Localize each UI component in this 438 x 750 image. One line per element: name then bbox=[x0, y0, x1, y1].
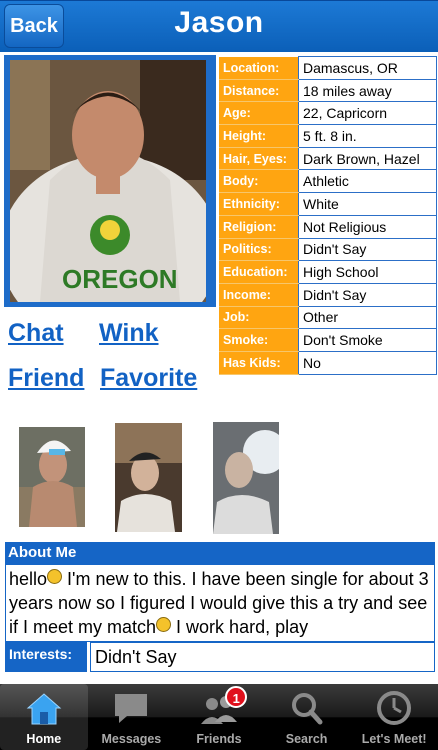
about-me-text-part: hello bbox=[9, 569, 48, 589]
smiley-icon bbox=[156, 617, 172, 632]
tab-home[interactable]: Home bbox=[0, 684, 88, 750]
detail-value: Dark Brown, Hazel bbox=[298, 146, 437, 171]
tab-label: Messages bbox=[101, 732, 162, 746]
photo-thumbnail-2[interactable] bbox=[115, 423, 182, 532]
interests-label: Interests: bbox=[5, 642, 87, 672]
about-me-heading: About Me bbox=[5, 542, 435, 564]
tab-bar: Home Messages 1 Friends Search Let's Mee… bbox=[0, 684, 438, 750]
detail-row-body: Body: Athletic bbox=[219, 169, 437, 194]
search-icon bbox=[291, 693, 323, 725]
page-title: Jason bbox=[174, 6, 264, 39]
tab-label: Search bbox=[285, 732, 328, 746]
favorite-link[interactable]: Favorite bbox=[100, 364, 197, 393]
photo-thumbnail-1[interactable] bbox=[19, 427, 85, 527]
detail-value: No bbox=[298, 350, 437, 375]
detail-row-location: Location: Damascus, OR bbox=[219, 56, 437, 80]
detail-value: Don't Smoke bbox=[298, 328, 437, 352]
detail-value: Athletic bbox=[298, 169, 437, 194]
detail-value: Not Religious bbox=[298, 214, 437, 239]
tab-messages[interactable]: Messages bbox=[88, 684, 176, 750]
tab-label: Home bbox=[26, 732, 62, 746]
detail-label: Education: bbox=[219, 260, 299, 284]
detail-value: Other bbox=[298, 305, 437, 330]
about-me-text: hello I'm new to this. I have been singl… bbox=[5, 564, 435, 642]
interests-row: Interests: Didn't Say bbox=[5, 642, 435, 672]
profile-photo-frame: OREGON bbox=[4, 55, 216, 307]
speech-bubble-icon bbox=[115, 694, 148, 723]
detail-value: Damascus, OR bbox=[298, 56, 437, 80]
nav-header: Back Jason bbox=[0, 0, 438, 52]
detail-value: 5 ft. 8 in. bbox=[298, 124, 437, 148]
detail-label: Location: bbox=[219, 56, 299, 80]
chat-link[interactable]: Chat bbox=[8, 319, 64, 348]
detail-row-politics: Politics: Didn't Say bbox=[219, 237, 437, 262]
detail-label: Age: bbox=[219, 101, 299, 126]
detail-row-religion: Religion: Not Religious bbox=[219, 214, 437, 239]
wink-link[interactable]: Wink bbox=[99, 319, 159, 348]
clock-icon bbox=[377, 691, 412, 725]
detail-label: Job: bbox=[219, 306, 299, 330]
smiley-icon bbox=[47, 569, 63, 584]
about-me-text-part: I work hard, play bbox=[171, 617, 309, 637]
detail-label: Height: bbox=[219, 124, 299, 148]
interests-value: Didn't Say bbox=[90, 642, 435, 672]
detail-value: Didn't Say bbox=[298, 237, 437, 262]
detail-label: Smoke: bbox=[219, 328, 299, 352]
tab-label: Friends bbox=[196, 732, 242, 746]
profile-photo[interactable]: OREGON bbox=[10, 60, 206, 302]
detail-label: Religion: bbox=[219, 215, 299, 239]
detail-row-height: Height: 5 ft. 8 in. bbox=[219, 124, 437, 148]
photo-thumbnail-3[interactable] bbox=[213, 422, 279, 534]
detail-label: Income: bbox=[219, 283, 299, 307]
detail-row-distance: Distance: 18 miles away bbox=[219, 78, 437, 103]
detail-value: 18 miles away bbox=[298, 78, 437, 103]
detail-row-smoke: Smoke: Don't Smoke bbox=[219, 328, 437, 352]
tab-label: Let's Meet! bbox=[361, 732, 427, 746]
detail-value: White bbox=[298, 192, 437, 216]
tab-friends[interactable]: 1 Friends bbox=[175, 684, 263, 750]
detail-value: High School bbox=[298, 260, 437, 284]
detail-label: Politics: bbox=[219, 238, 299, 262]
friends-badge: 1 bbox=[225, 686, 248, 708]
tab-search[interactable]: Search bbox=[263, 684, 351, 750]
detail-row-has-kids: Has Kids: No bbox=[219, 350, 437, 375]
detail-row-hair-eyes: Hair, Eyes: Dark Brown, Hazel bbox=[219, 146, 437, 171]
detail-label: Has Kids: bbox=[219, 351, 299, 375]
detail-value: Didn't Say bbox=[298, 282, 437, 307]
tab-lets-meet[interactable]: Let's Meet! bbox=[350, 684, 438, 750]
detail-row-education: Education: High School bbox=[219, 260, 437, 284]
detail-row-age: Age: 22, Capricorn bbox=[219, 101, 437, 126]
detail-value: 22, Capricorn bbox=[298, 101, 437, 126]
detail-label: Body: bbox=[219, 169, 299, 194]
detail-row-income: Income: Didn't Say bbox=[219, 282, 437, 307]
profile-details-table: Location: Damascus, OR Distance: 18 miles … bbox=[219, 56, 437, 375]
home-icon bbox=[26, 693, 62, 725]
detail-label: Hair, Eyes: bbox=[219, 147, 299, 171]
friend-link[interactable]: Friend bbox=[8, 364, 84, 393]
detail-row-ethnicity: Ethnicity: White bbox=[219, 192, 437, 216]
svg-text:OREGON: OREGON bbox=[62, 264, 178, 294]
detail-label: Ethnicity: bbox=[219, 192, 299, 216]
detail-label: Distance: bbox=[219, 79, 299, 103]
detail-row-job: Job: Other bbox=[219, 305, 437, 330]
